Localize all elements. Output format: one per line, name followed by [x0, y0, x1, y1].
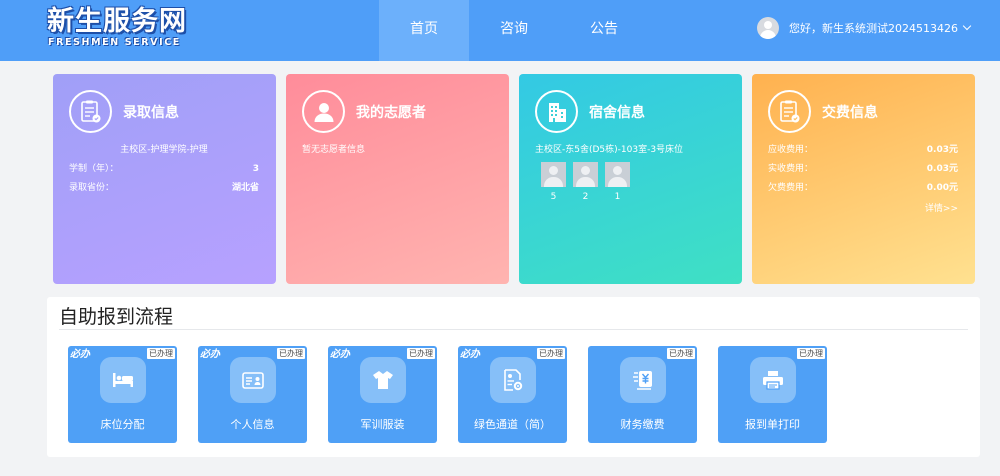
fees-detail-link[interactable]: 详情>> — [768, 201, 958, 217]
step-personal-info[interactable]: 必办 已办理 个人信息 — [198, 346, 307, 443]
nav-home[interactable]: 首页 — [379, 0, 469, 61]
dorm-card: 宿舍信息 主校区-东5舍(D5栋)-103室-3号床位 5 2 1 — [519, 74, 742, 284]
required-tag: 必办 — [330, 349, 350, 360]
divider — [59, 329, 968, 330]
main-nav: 首页 咨询 公告 — [379, 0, 649, 61]
row-value: 0.00元 — [926, 183, 958, 193]
required-tag: 必办 — [200, 349, 220, 360]
fee-row: 欠费费用： 0.00元 — [768, 179, 958, 198]
volunteer-card: 我的志愿者 暂无志愿者信息 — [286, 74, 509, 284]
done-badge: 已办理 — [277, 348, 305, 359]
logo-title: 新生服务网 — [47, 6, 187, 37]
yuan-payment-icon — [620, 357, 666, 403]
bed-number: 5 — [550, 192, 557, 202]
step-label: 财务缴费 — [620, 418, 665, 431]
logo-subtitle: FRESHMEN SERVICE — [48, 37, 181, 48]
roommate-item[interactable]: 2 — [573, 162, 598, 202]
admission-title: 录取信息 — [123, 104, 179, 121]
printer-icon — [750, 357, 796, 403]
process-title: 自助报到流程 — [59, 306, 174, 328]
roommate-list: 5 2 1 — [541, 162, 725, 202]
roommate-avatar — [605, 162, 630, 187]
user-icon — [302, 90, 345, 133]
step-label: 床位分配 — [100, 418, 145, 431]
dorm-title: 宿舍信息 — [589, 104, 645, 121]
fees-title: 交费信息 — [822, 104, 878, 121]
user-greeting: 您好，新生系统测试2024513426 — [789, 22, 958, 35]
bed-number: 1 — [614, 192, 621, 202]
chevron-down-icon — [962, 21, 972, 31]
bed-icon — [100, 357, 146, 403]
roommate-avatar — [541, 162, 566, 187]
step-print-report[interactable]: 已办理 报到单打印 — [718, 346, 827, 443]
avatar — [757, 17, 779, 39]
row-value: 0.03元 — [926, 164, 958, 174]
document-gear-icon — [490, 357, 536, 403]
step-finance-payment[interactable]: 已办理 财务缴费 — [588, 346, 697, 443]
admission-row: 学制（年）： 3 — [69, 160, 259, 179]
roommate-avatar — [573, 162, 598, 187]
row-label: 应收费用： — [768, 145, 814, 155]
roommate-item[interactable]: 1 — [605, 162, 630, 202]
row-value: 湖北省 — [231, 183, 259, 193]
user-menu[interactable]: 您好，新生系统测试2024513426 — [757, 17, 972, 39]
step-label: 绿色通道（简） — [474, 418, 551, 431]
volunteer-empty: 暂无志愿者信息 — [302, 145, 366, 155]
invoice-icon — [768, 90, 811, 133]
nav-notice[interactable]: 公告 — [559, 0, 649, 61]
step-green-channel[interactable]: 必办 已办理 绿色通道（简） — [458, 346, 567, 443]
row-label: 学制（年）： — [69, 164, 119, 174]
volunteer-title: 我的志愿者 — [356, 104, 426, 121]
fee-row: 实收费用： 0.03元 — [768, 160, 958, 179]
step-label: 军训服装 — [360, 418, 405, 431]
required-tag: 必办 — [460, 349, 480, 360]
row-label: 欠费费用： — [768, 183, 814, 193]
process-panel: 自助报到流程 必办 已办理 床位分配 必办 已办理 个人信息 必办 已办理 军训… — [47, 297, 980, 457]
site-logo[interactable]: 新生服务网 FRESHMEN SERVICE — [47, 6, 187, 52]
done-badge: 已办理 — [667, 348, 695, 359]
tshirt-icon — [360, 357, 406, 403]
building-icon — [535, 90, 578, 133]
step-label: 个人信息 — [230, 418, 275, 431]
row-value: 0.03元 — [926, 145, 958, 155]
admission-card: 录取信息 主校区-护理学院-护理 学制（年）： 3 录取省份： 湖北省 — [53, 74, 276, 284]
done-badge: 已办理 — [537, 348, 565, 359]
bed-number: 2 — [582, 192, 589, 202]
done-badge: 已办理 — [147, 348, 175, 359]
row-label: 实收费用： — [768, 164, 814, 174]
id-card-icon — [230, 357, 276, 403]
clipboard-icon — [69, 90, 112, 133]
step-bed-assignment[interactable]: 必办 已办理 床位分配 — [68, 346, 177, 443]
fee-row: 应收费用： 0.03元 — [768, 141, 958, 160]
row-value: 3 — [252, 164, 259, 174]
row-label: 录取省份： — [69, 183, 115, 193]
nav-consult[interactable]: 咨询 — [469, 0, 559, 61]
done-badge: 已办理 — [797, 348, 825, 359]
step-military-uniform[interactable]: 必办 已办理 军训服装 — [328, 346, 437, 443]
admission-row: 录取省份： 湖北省 — [69, 179, 259, 198]
top-header: 新生服务网 FRESHMEN SERVICE 首页 咨询 公告 您好，新生系统测… — [0, 0, 1000, 61]
required-tag: 必办 — [70, 349, 90, 360]
step-label: 报到单打印 — [745, 418, 800, 431]
fees-card: 交费信息 应收费用： 0.03元 实收费用： 0.03元 欠费费用： 0.00元… — [752, 74, 975, 284]
done-badge: 已办理 — [407, 348, 435, 359]
admission-major: 主校区-护理学院-护理 — [120, 145, 208, 155]
roommate-item[interactable]: 5 — [541, 162, 566, 202]
dorm-location: 主校区-东5舍(D5栋)-103室-3号床位 — [535, 145, 684, 155]
